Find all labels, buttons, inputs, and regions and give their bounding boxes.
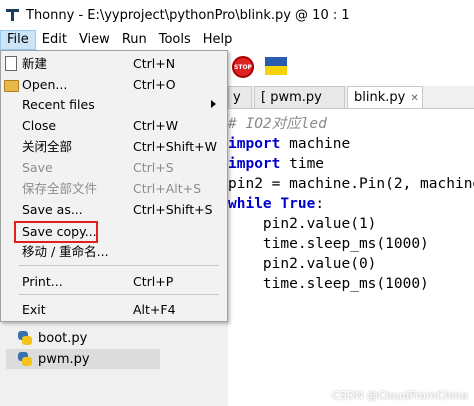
stop-label: STOP	[234, 63, 252, 71]
menu-help[interactable]: Help	[197, 30, 239, 50]
menu-item-close[interactable]: Close Ctrl+W	[1, 115, 227, 136]
code-line: pin2.value(0)	[228, 256, 377, 272]
code-line: import time	[228, 156, 325, 172]
menu-item-open[interactable]: Open... Ctrl+O	[1, 74, 227, 95]
code-line: time.sleep_ms(1000)	[228, 236, 429, 252]
code-line: import machine	[228, 136, 351, 152]
file-item-pwm[interactable]: pwm.py	[6, 349, 160, 369]
menu-item-move-rename[interactable]: 移动 / 重命名...	[1, 241, 227, 262]
menu-item-save-as[interactable]: Save as... Ctrl+Shift+S	[1, 199, 227, 220]
file-menu-dropdown: 新建 Ctrl+N Open... Ctrl+O Recent files Cl…	[0, 50, 228, 322]
file-name: boot.py	[38, 330, 88, 346]
ukraine-flag-icon[interactable]	[265, 57, 287, 75]
menu-item-save-all[interactable]: 保存全部文件 Ctrl+Alt+S	[1, 178, 227, 199]
menu-item-print[interactable]: Print... Ctrl+P	[1, 271, 227, 292]
python-file-icon	[18, 331, 32, 345]
open-folder-icon	[4, 80, 19, 92]
submenu-arrow-icon	[211, 100, 216, 108]
tab-blink[interactable]: blink.py ✕	[347, 86, 423, 108]
watermark: CSDN @CloudFromChina	[332, 389, 468, 402]
menu-bar: File Edit View Run Tools Help	[0, 30, 474, 50]
code-line: time.sleep_ms(1000)	[228, 276, 429, 292]
tab-pwm[interactable]: [ pwm.py ]✕	[254, 86, 345, 127]
code-editor[interactable]: # IO2对应led import machine import time pi…	[228, 109, 474, 406]
code-line: # IO2对应led	[228, 116, 327, 132]
menu-edit[interactable]: Edit	[36, 30, 73, 50]
file-name: pwm.py	[38, 351, 90, 367]
code-line: pin2 = machine.Pin(2, machine.Pin.OUT)	[228, 176, 474, 192]
menu-item-exit[interactable]: Exit Alt+F4	[1, 299, 227, 320]
python-file-icon	[18, 352, 32, 366]
menu-item-close-all[interactable]: 关闭全部 Ctrl+Shift+W	[1, 136, 227, 157]
menu-view[interactable]: View	[73, 30, 116, 50]
menu-item-new[interactable]: 新建 Ctrl+N	[1, 53, 227, 74]
window-title: Thonny - E:\yyproject\pythonPro\blink.py…	[26, 7, 350, 23]
title-bar: Thonny - E:\yyproject\pythonPro\blink.py…	[0, 0, 474, 30]
menu-run[interactable]: Run	[116, 30, 153, 50]
menu-item-save[interactable]: Save Ctrl+S	[1, 157, 227, 178]
code-line: while True:	[228, 196, 325, 212]
menu-tools[interactable]: Tools	[153, 30, 197, 50]
tab-label: y	[233, 90, 241, 105]
editor-tab-bar: y [ pwm.py ]✕ blink.py ✕	[228, 86, 474, 127]
code-line: pin2.value(1)	[228, 216, 377, 232]
thonny-logo-icon	[6, 8, 19, 22]
tab-label: blink.py	[354, 90, 406, 105]
file-item-boot[interactable]: boot.py	[18, 328, 87, 348]
stop-button[interactable]: STOP	[232, 56, 254, 78]
menu-item-recent-files[interactable]: Recent files	[1, 94, 227, 115]
tab-partial[interactable]: y	[228, 86, 252, 108]
new-file-icon	[5, 56, 17, 71]
highlight-annotation-box	[14, 221, 98, 243]
close-icon[interactable]: ✕	[410, 93, 418, 104]
menu-separator	[19, 265, 219, 266]
menu-separator	[19, 294, 219, 295]
menu-file[interactable]: File	[0, 30, 36, 50]
